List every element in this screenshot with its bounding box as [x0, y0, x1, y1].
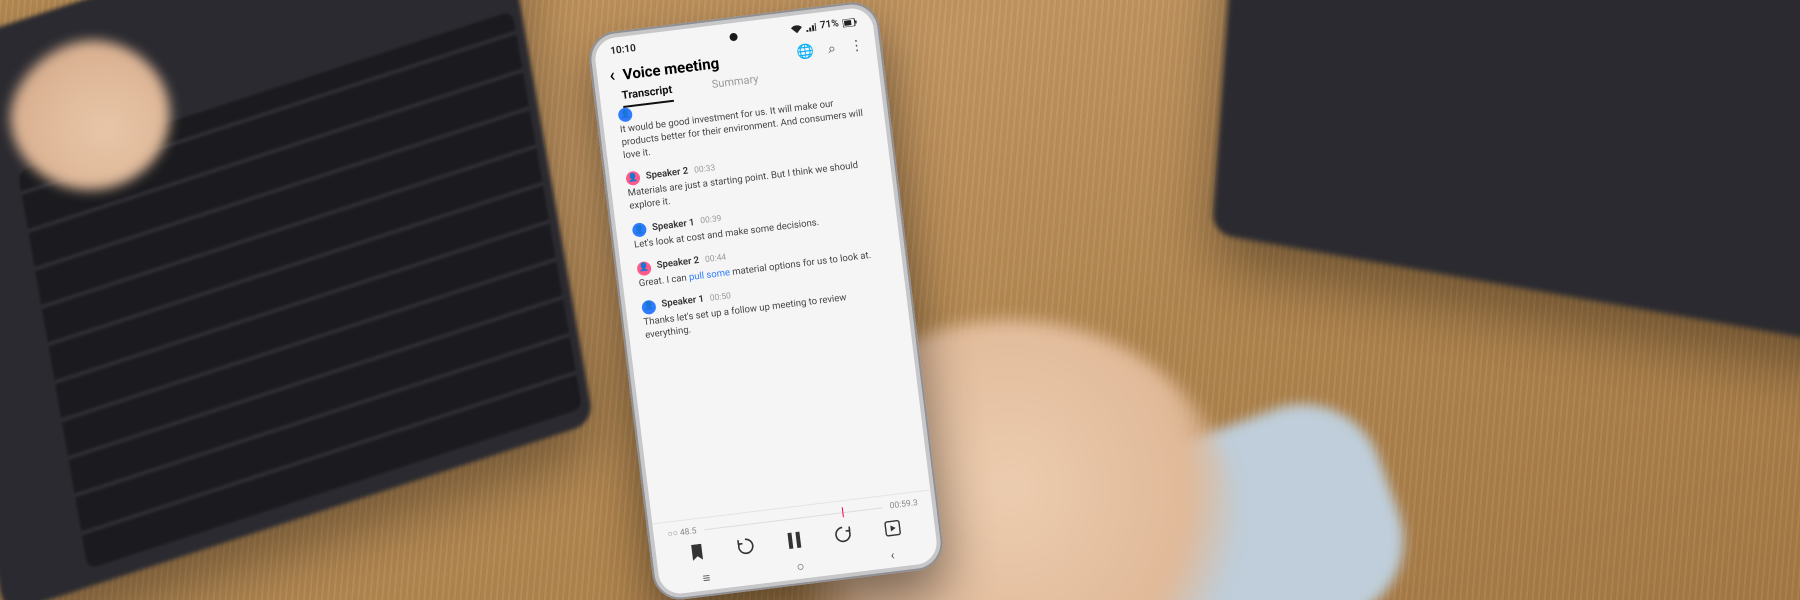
signal-icon: [806, 22, 817, 31]
speaker-avatar-icon: 👤: [641, 299, 657, 315]
hand-left: [10, 40, 170, 190]
nav-back-button[interactable]: ‹: [890, 548, 896, 563]
transcript-list[interactable]: 👤 It would be good investment for us. It…: [602, 76, 931, 523]
speaker-avatar-icon: 👤: [625, 171, 641, 187]
phone-screen: 10:10 71% ‹: [593, 6, 939, 596]
bookmark-button[interactable]: [689, 543, 705, 561]
nav-recent-button[interactable]: ≡: [702, 570, 711, 587]
speed-button[interactable]: [883, 519, 901, 537]
speaker-avatar-icon: 👤: [636, 261, 652, 277]
search-icon[interactable]: ⌕: [827, 40, 837, 57]
wifi-icon: [791, 24, 803, 33]
playhead[interactable]: [842, 507, 844, 517]
status-time: 10:10: [610, 43, 637, 57]
speaker-avatar-icon: 👤: [632, 222, 648, 238]
pause-button[interactable]: [785, 530, 803, 550]
battery-icon: [842, 17, 857, 27]
speaker-avatar-icon: 👤: [617, 107, 633, 123]
nav-home-button[interactable]: ○: [796, 558, 806, 575]
total-time: 00:59.3: [889, 498, 918, 511]
translate-icon[interactable]: 🌐: [796, 43, 815, 61]
entry-timestamp: 00:50: [709, 291, 731, 305]
promo-scene: 10:10 71% ‹: [0, 0, 1800, 600]
forward-button[interactable]: [833, 524, 853, 544]
back-button[interactable]: ‹: [608, 65, 616, 87]
rewind-button[interactable]: [735, 536, 755, 556]
entry-timestamp: 00:39: [700, 214, 722, 228]
battery-text: 71%: [819, 18, 839, 31]
entry-timestamp: 00:44: [705, 253, 727, 267]
highlight-text: pull some: [688, 267, 730, 283]
entry-timestamp: 00:33: [694, 163, 716, 177]
more-icon[interactable]: ⋮: [849, 37, 865, 55]
